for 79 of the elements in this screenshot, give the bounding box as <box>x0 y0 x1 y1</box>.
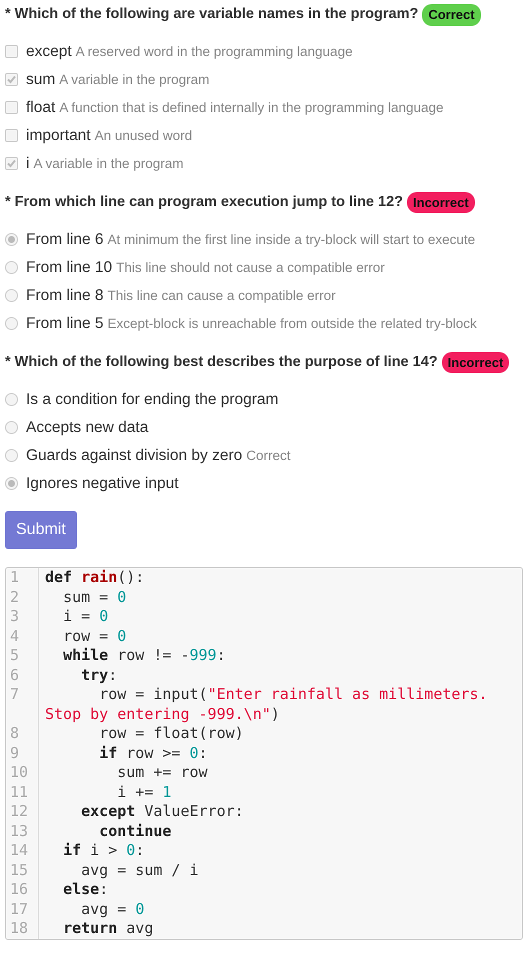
line-number: 7 <box>6 685 39 724</box>
line-number: 4 <box>6 626 39 646</box>
option-feedback: Correct <box>246 446 291 465</box>
option-feedback: This line should not cause a compatible error <box>116 258 385 277</box>
option-label: From line 5 <box>26 314 104 334</box>
code-line: continue <box>98 822 172 842</box>
option-feedback: A function that is defined internally in the programming language <box>59 99 444 118</box>
code-line: sum = 0 <box>62 588 128 608</box>
line-number: 15 <box>6 860 39 880</box>
option-feedback: A reserved word in the programming language <box>76 43 353 62</box>
result-badge: Correct <box>422 4 481 26</box>
option-label: float <box>26 98 56 118</box>
line-number: 13 <box>6 822 39 842</box>
line-number: 16 <box>6 880 39 900</box>
option-feedback: At minimum the first line inside a try-block will start to execute <box>108 230 476 249</box>
option-feedback: A variable in the program <box>33 155 184 174</box>
code-line: def rain(): <box>44 568 146 588</box>
line-number: 17 <box>6 900 39 920</box>
line-number: 11 <box>6 782 39 802</box>
option-label: i <box>26 154 30 174</box>
option-label: sum <box>26 70 56 90</box>
result-badge: Incorrect <box>442 352 510 374</box>
code-line: if row >= 0: <box>98 744 209 764</box>
option-label: important <box>26 126 91 146</box>
radio-button[interactable] <box>5 392 18 406</box>
option-label: From line 8 <box>26 286 104 306</box>
radio-button[interactable] <box>5 233 18 246</box>
radio-button[interactable] <box>5 289 18 302</box>
line-number: 3 <box>6 607 39 627</box>
radio-button[interactable] <box>5 261 18 274</box>
line-number: 12 <box>6 802 39 822</box>
option-label: From line 10 <box>26 258 112 278</box>
code-line: try: <box>80 666 118 686</box>
code-line: except ValueError: <box>80 802 245 822</box>
line-number: 2 <box>6 588 39 608</box>
code-line: if i > 0: <box>62 841 146 861</box>
option-label: Accepts new data <box>26 418 148 438</box>
question-text: * Which of the following best describes the purpose of line 14? <box>5 352 438 372</box>
radio-button[interactable] <box>5 476 18 490</box>
line-number: 18 <box>6 919 39 939</box>
question-text: * Which of the following are variable names in the program? <box>5 5 418 24</box>
code-line: row = float(row) <box>98 724 245 744</box>
line-number: 9 <box>6 744 39 764</box>
code-line: i = 0 <box>62 607 110 627</box>
code-line: i += 1 <box>116 782 172 802</box>
code-line: avg = sum / i <box>80 860 200 880</box>
code-line: row = input("Enter rainfall as millimeters. Stop by entering -999.\n") <box>44 685 489 724</box>
checkbox[interactable] <box>5 157 18 170</box>
checkbox[interactable] <box>5 45 18 58</box>
option-label: Is a condition for ending the program <box>26 390 278 410</box>
line-number: 6 <box>6 666 39 686</box>
option-label: From line 6 <box>26 230 104 250</box>
line-number: 10 <box>6 763 39 783</box>
radio-button[interactable] <box>5 420 18 434</box>
option-label: Ignores negative input <box>26 474 179 494</box>
line-number: 1 <box>6 568 39 588</box>
line-number: 5 <box>6 646 39 666</box>
option-feedback: An unused word <box>94 127 192 146</box>
radio-button[interactable] <box>5 448 18 462</box>
checkbox[interactable] <box>5 101 18 114</box>
result-badge: Incorrect <box>407 192 475 214</box>
radio-button[interactable] <box>5 317 18 330</box>
code-line: avg = 0 <box>80 900 146 920</box>
line-number: 14 <box>6 841 39 861</box>
option-feedback: Except-block is unreachable from outside the related try-block <box>108 314 477 333</box>
submit-button[interactable]: Submit <box>5 511 77 550</box>
code-line: else: <box>62 880 110 900</box>
question-text: * From which line can program execution jump to line 12? <box>5 192 404 212</box>
checkbox[interactable] <box>5 73 18 86</box>
code-line: row = 0 <box>62 626 128 646</box>
option-label: Guards against division by zero <box>26 446 242 466</box>
checkbox[interactable] <box>5 129 18 142</box>
option-label: except <box>26 42 72 62</box>
line-number: 8 <box>6 724 39 744</box>
code-line: while row != -999: <box>62 646 227 666</box>
option-feedback: This line can cause a compatible error <box>108 286 336 305</box>
code-line: sum += row <box>116 763 209 783</box>
option-feedback: A variable in the program <box>59 71 210 90</box>
code-line: return avg <box>62 919 154 939</box>
